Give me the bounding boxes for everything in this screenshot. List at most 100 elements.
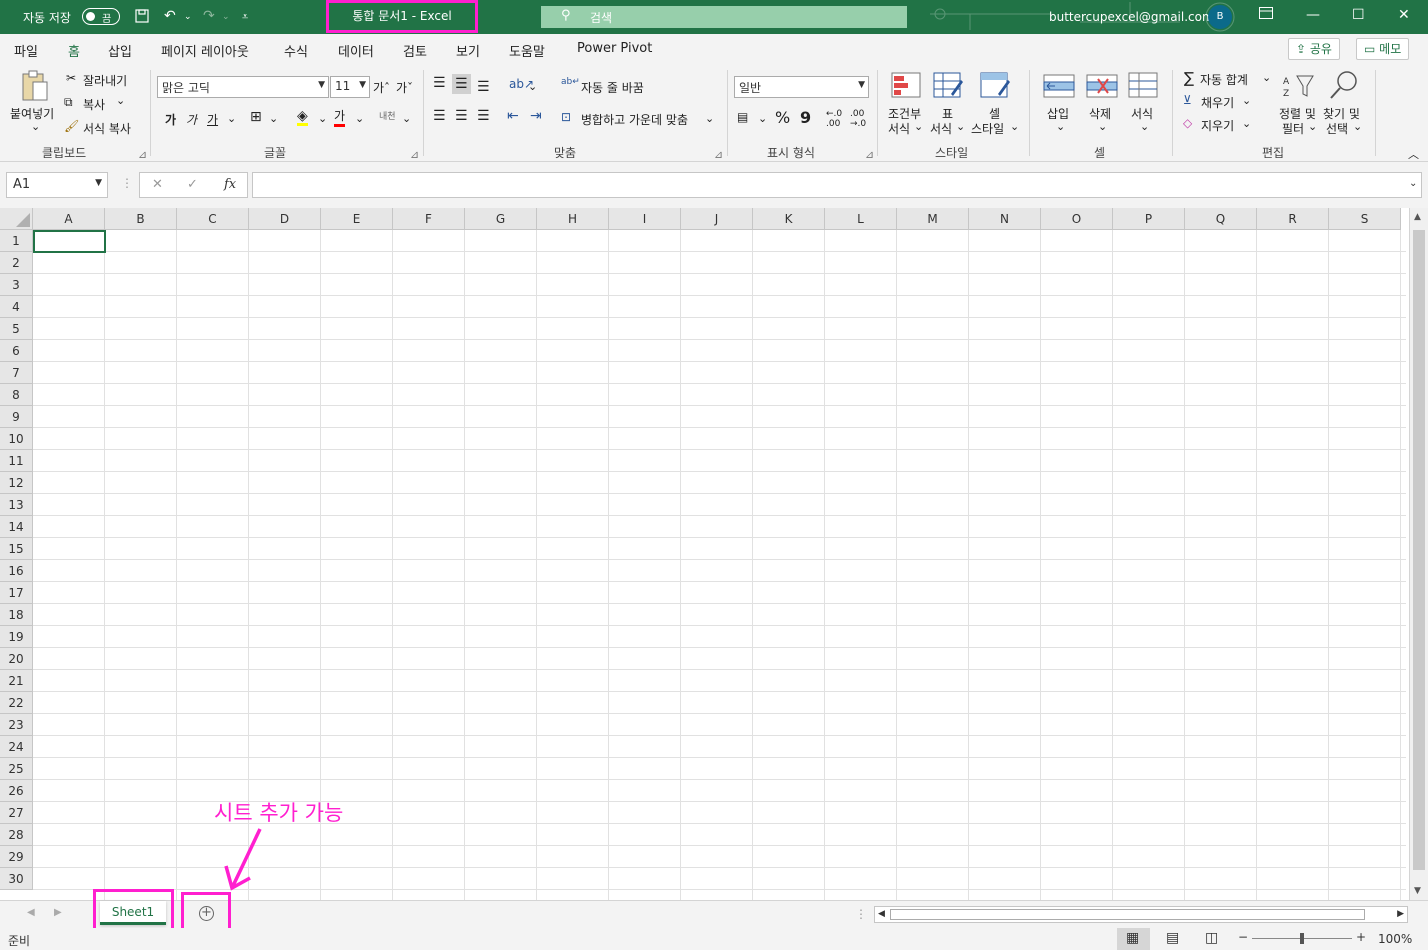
decrease-decimal-icon[interactable]: .00 →.0: [850, 109, 866, 129]
row-header[interactable]: 28: [0, 824, 33, 846]
insert-dropdown-icon[interactable]: ⌄: [1056, 120, 1065, 133]
row-header[interactable]: 8: [0, 384, 33, 406]
column-header[interactable]: N: [969, 208, 1041, 230]
row-header[interactable]: 20: [0, 648, 33, 670]
phonetic-icon[interactable]: 내천: [379, 109, 396, 122]
row-header[interactable]: 4: [0, 296, 33, 318]
align-middle-icon[interactable]: ☰: [452, 74, 471, 94]
name-box[interactable]: A1 ▼: [6, 172, 108, 198]
align-top-icon[interactable]: ☰: [433, 75, 446, 91]
align-left-icon[interactable]: ☰: [433, 108, 446, 124]
phonetic-dropdown-icon[interactable]: ⌄: [402, 112, 411, 125]
tab-view[interactable]: 보기: [456, 41, 480, 60]
cancel-icon[interactable]: ✕: [152, 177, 163, 192]
column-header[interactable]: L: [825, 208, 897, 230]
zoom-slider-knob[interactable]: [1300, 933, 1304, 944]
scroll-right-icon[interactable]: ▶: [1397, 909, 1404, 919]
select-all-button[interactable]: [0, 208, 33, 230]
undo-dropdown-icon[interactable]: ⌄: [184, 12, 192, 22]
share-button[interactable]: ⇪ 공유: [1288, 38, 1340, 60]
fill-dropdown-icon[interactable]: ⌄: [1242, 94, 1251, 107]
row-header[interactable]: 12: [0, 472, 33, 494]
italic-button[interactable]: 가: [186, 111, 197, 128]
font-launcher-icon[interactable]: ⊿: [410, 148, 419, 161]
page-break-view-icon[interactable]: ◫: [1205, 930, 1218, 946]
row-header[interactable]: 5: [0, 318, 33, 340]
column-header[interactable]: Q: [1185, 208, 1257, 230]
maximize-icon[interactable]: ☐: [1352, 7, 1365, 23]
active-cell[interactable]: [33, 230, 106, 253]
increase-indent-icon[interactable]: ⇥: [530, 108, 542, 124]
copy-button[interactable]: 복사: [83, 96, 105, 113]
column-header[interactable]: O: [1041, 208, 1113, 230]
accounting-format-icon[interactable]: ▤: [737, 110, 748, 124]
autosum-button[interactable]: 자동 합계: [1200, 71, 1248, 88]
align-center-icon[interactable]: ☰: [455, 108, 468, 124]
font-size-combo[interactable]: 11 ▼: [330, 76, 370, 98]
row-header[interactable]: 29: [0, 846, 33, 868]
column-header[interactable]: P: [1113, 208, 1185, 230]
row-header[interactable]: 17: [0, 582, 33, 604]
conditional-dropdown-icon[interactable]: ⌄: [914, 120, 923, 133]
row-header[interactable]: 15: [0, 538, 33, 560]
column-header[interactable]: F: [393, 208, 465, 230]
fill-color-icon[interactable]: ◈: [297, 109, 308, 126]
row-header[interactable]: 30: [0, 868, 33, 890]
clear-button[interactable]: 지우기: [1201, 117, 1234, 134]
border-dropdown-icon[interactable]: ⌄: [269, 112, 278, 125]
column-header[interactable]: J: [681, 208, 753, 230]
column-header[interactable]: A: [33, 208, 105, 230]
scroll-up-icon[interactable]: ▲: [1414, 212, 1421, 222]
underline-dropdown-icon[interactable]: ⌄: [227, 112, 236, 125]
zoom-level[interactable]: 100%: [1378, 932, 1412, 946]
increase-font-icon[interactable]: 가ˆ: [373, 79, 390, 96]
tab-data[interactable]: 데이터: [338, 41, 374, 60]
font-color-dropdown-icon[interactable]: ⌄: [355, 112, 364, 125]
name-box-dropdown-icon[interactable]: ▼: [95, 178, 102, 188]
row-header[interactable]: 13: [0, 494, 33, 516]
redo-dropdown-icon[interactable]: ⌄: [222, 12, 230, 22]
horizontal-scroll-thumb[interactable]: [890, 909, 1365, 920]
scroll-down-icon[interactable]: ▼: [1414, 886, 1421, 896]
font-name-combo[interactable]: 맑은 고딕 ▼: [157, 76, 329, 98]
expand-formula-icon[interactable]: ⌄: [1409, 178, 1417, 189]
sort-dropdown-icon[interactable]: ⌄: [1308, 120, 1317, 133]
fill-color-dropdown-icon[interactable]: ⌄: [318, 112, 327, 125]
vertical-scroll-thumb[interactable]: [1413, 230, 1425, 870]
redo-icon[interactable]: ↷: [203, 8, 215, 24]
autosave-toggle[interactable]: 끔: [82, 8, 120, 25]
copy-dropdown-icon[interactable]: ⌄: [116, 94, 125, 107]
underline-button[interactable]: 가: [207, 111, 218, 128]
insert-function-button[interactable]: fx: [224, 177, 236, 192]
row-header[interactable]: 9: [0, 406, 33, 428]
column-header[interactable]: B: [105, 208, 177, 230]
column-header[interactable]: D: [249, 208, 321, 230]
ribbon-display-icon[interactable]: [1259, 7, 1273, 23]
increase-decimal-icon[interactable]: ←.0.00: [826, 109, 842, 129]
row-header[interactable]: 11: [0, 450, 33, 472]
prev-sheet-icon[interactable]: ◀: [27, 907, 35, 918]
paste-dropdown-icon[interactable]: ⌄: [31, 120, 40, 133]
undo-icon[interactable]: ↶: [164, 8, 176, 24]
column-header[interactable]: S: [1329, 208, 1401, 230]
tab-page-layout[interactable]: 페이지 레이아웃: [161, 41, 249, 60]
percent-button[interactable]: %: [775, 108, 790, 127]
minimize-icon[interactable]: —: [1306, 7, 1320, 23]
search-box[interactable]: ⚲ 검색: [541, 6, 907, 28]
row-header[interactable]: 6: [0, 340, 33, 362]
account-email[interactable]: buttercupexcel@gmail.com: [1049, 10, 1214, 24]
tab-power-pivot[interactable]: Power Pivot: [577, 41, 652, 56]
alignment-launcher-icon[interactable]: ⊿: [714, 148, 723, 161]
wrap-text-button[interactable]: 자동 줄 바꿈: [581, 79, 644, 96]
collapse-ribbon-icon[interactable]: ︿: [1408, 146, 1419, 162]
align-bottom-icon[interactable]: ☰: [477, 79, 490, 95]
accounting-dropdown-icon[interactable]: ⌄: [758, 112, 767, 125]
tab-insert[interactable]: 삽입: [108, 41, 132, 60]
close-icon[interactable]: ✕: [1398, 7, 1410, 23]
row-header[interactable]: 2: [0, 252, 33, 274]
tab-review[interactable]: 검토: [403, 41, 427, 60]
row-header[interactable]: 27: [0, 802, 33, 824]
column-header[interactable]: I: [609, 208, 681, 230]
find-dropdown-icon[interactable]: ⌄: [1353, 120, 1362, 133]
row-header[interactable]: 3: [0, 274, 33, 296]
